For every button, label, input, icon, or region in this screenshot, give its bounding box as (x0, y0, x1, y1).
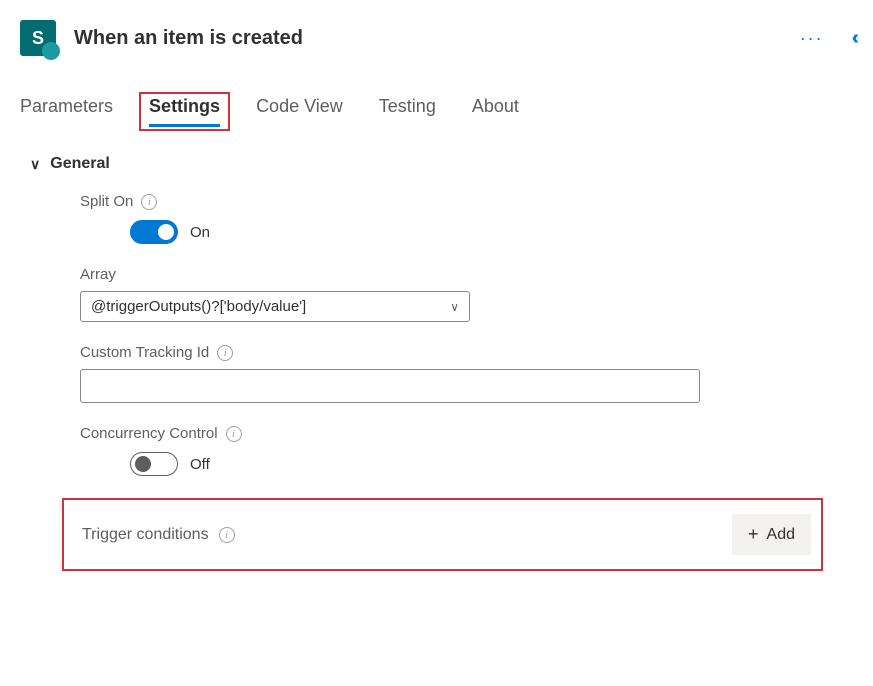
info-icon[interactable]: i (217, 345, 233, 361)
toggle-knob (135, 456, 151, 472)
custom-tracking-label: Custom Tracking Id (80, 344, 209, 361)
chevron-down-icon: ∨ (450, 300, 459, 314)
trigger-conditions-label-row: Trigger conditions i (82, 526, 235, 544)
tab-settings[interactable]: Settings (149, 96, 220, 127)
plus-icon: + (748, 524, 759, 545)
highlight-settings-tab: Settings (139, 92, 230, 131)
field-concurrency: Concurrency Control i Off (80, 425, 853, 476)
tabs: Parameters Settings Code View Testing Ab… (0, 66, 873, 125)
info-icon[interactable]: i (226, 426, 242, 442)
toggle-knob (158, 224, 174, 240)
trigger-conditions-label: Trigger conditions (82, 526, 209, 544)
custom-tracking-label-row: Custom Tracking Id i (80, 344, 853, 361)
add-button-label: Add (767, 526, 795, 544)
field-trigger-conditions: Trigger conditions i + Add (62, 498, 823, 571)
field-custom-tracking: Custom Tracking Id i (80, 344, 853, 403)
chevron-down-icon: ∨ (30, 156, 40, 173)
array-label-row: Array (80, 266, 853, 283)
array-label: Array (80, 266, 116, 283)
split-on-state: On (190, 224, 210, 241)
split-on-toggle-row: On (80, 220, 853, 244)
section-title: General (50, 155, 110, 173)
split-on-toggle[interactable] (130, 220, 178, 244)
section-header-general[interactable]: ∨ General (30, 155, 853, 173)
add-button[interactable]: + Add (732, 514, 811, 555)
card-title: When an item is created (74, 27, 800, 50)
concurrency-label: Concurrency Control (80, 425, 218, 442)
field-array: Array @triggerOutputs()?['body/value'] ∨ (80, 266, 853, 322)
concurrency-toggle-row: Off (80, 452, 853, 476)
collapse-icon[interactable]: ‹‹ (852, 27, 853, 50)
section-body: Split On i On Array @triggerOutputs()?['… (30, 173, 853, 571)
section-general: ∨ General Split On i On Array @triggerOu… (0, 125, 873, 571)
split-on-label: Split On (80, 193, 133, 210)
array-select[interactable]: @triggerOutputs()?['body/value'] ∨ (80, 291, 470, 322)
tab-testing[interactable]: Testing (379, 96, 436, 125)
concurrency-toggle[interactable] (130, 452, 178, 476)
more-icon[interactable]: ··· (800, 28, 824, 49)
info-icon[interactable]: i (141, 194, 157, 210)
tab-about[interactable]: About (472, 96, 519, 125)
tab-parameters[interactable]: Parameters (20, 96, 113, 125)
array-value: @triggerOutputs()?['body/value'] (91, 298, 306, 315)
custom-tracking-input[interactable] (80, 369, 700, 403)
header-actions: ··· ‹‹ (800, 27, 853, 50)
sharepoint-icon-letter: S (32, 28, 44, 49)
concurrency-state: Off (190, 456, 210, 473)
split-on-label-row: Split On i (80, 193, 853, 210)
card-header: S When an item is created ··· ‹‹ (0, 0, 873, 66)
info-icon[interactable]: i (219, 527, 235, 543)
sharepoint-icon: S (20, 20, 56, 56)
concurrency-label-row: Concurrency Control i (80, 425, 853, 442)
tab-code-view[interactable]: Code View (256, 96, 343, 125)
field-split-on: Split On i On (80, 193, 853, 244)
